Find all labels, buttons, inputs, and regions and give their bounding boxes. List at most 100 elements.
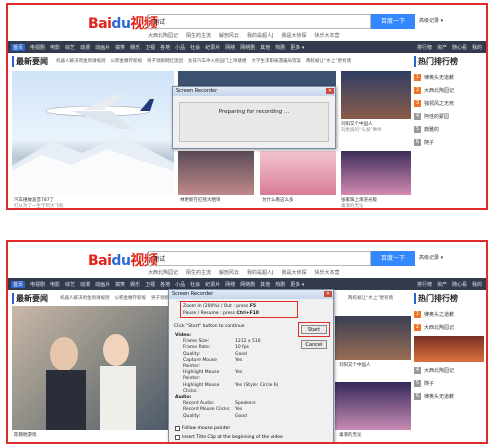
- nav-item[interactable]: 纪录片: [205, 281, 220, 288]
- video-caption[interactable]: 陈锦明游戏: [14, 432, 37, 438]
- ranking-thumbnail[interactable]: [414, 336, 484, 362]
- subtab[interactable]: 两校被让“水上”更有情: [348, 295, 393, 301]
- cancel-button[interactable]: Cancel: [301, 340, 327, 349]
- baidu-video-logo[interactable]: Baidu视频: [88, 13, 158, 33]
- video-caption[interactable]: 毒液的无论: [339, 432, 362, 438]
- nav-right-item[interactable]: 资产: [437, 281, 447, 288]
- nav-item[interactable]: 娱乐: [130, 44, 140, 51]
- close-icon[interactable]: ✕: [324, 291, 332, 297]
- insert-title-checkbox[interactable]: Insert Title Clip at the beginning of th…: [175, 435, 283, 440]
- nav-item[interactable]: 电影: [50, 44, 60, 51]
- follow-mouse-checkbox[interactable]: Follow mouse pointer: [175, 426, 230, 431]
- nav-item[interactable]: 电影: [50, 281, 60, 288]
- news-thumbnail[interactable]: [335, 316, 411, 360]
- nav-item[interactable]: 网络剧: [240, 281, 255, 288]
- suggestion-link[interactable]: 我的是超人J: [247, 32, 273, 39]
- ranking-item[interactable]: 2 大西北陶园记: [414, 321, 484, 334]
- ranking-item[interactable]: 1 律奥头之道歉: [414, 308, 484, 321]
- wedding-thumbnail[interactable]: [260, 151, 336, 195]
- suggestion-link[interactable]: 快乐大本营: [315, 269, 340, 276]
- subtab[interactable]: 公积金缴存新规: [111, 58, 143, 64]
- suggestion-link[interactable]: 陌生的主流: [186, 32, 211, 39]
- nav-item[interactable]: 网络: [225, 281, 235, 288]
- subtab[interactable]: 机器人解决周金周请规则: [56, 58, 106, 64]
- video-caption[interactable]: 林更新在红毯大晒单: [180, 197, 221, 203]
- nav-item[interactable]: 搞笑: [115, 44, 125, 51]
- ranking-item[interactable]: 6 律奥头无道歉: [414, 390, 484, 403]
- suggestion-link[interactable]: 解剖风云: [219, 269, 239, 276]
- nav-right-item[interactable]: 我的: [472, 44, 482, 51]
- nav-item[interactable]: 网络剧: [240, 44, 255, 51]
- ranking-item[interactable]: 4 阿佳的蒙园: [414, 110, 484, 123]
- suggestion-link[interactable]: 快乐大本营: [315, 32, 340, 39]
- nav-item[interactable]: 综艺: [65, 44, 75, 51]
- news-thumbnail[interactable]: [341, 151, 411, 195]
- advanced-search-link[interactable]: 高级记录 ▾: [419, 17, 443, 24]
- subtab[interactable]: 机器人解决周金周请规则: [60, 295, 110, 301]
- nav-item[interactable]: 动画片: [95, 44, 110, 51]
- subtab[interactable]: 女孩汽车冲入校园门上吊跳楼: [188, 58, 247, 64]
- nav-item[interactable]: 热剧: [275, 281, 285, 288]
- ranking-item[interactable]: 2 大西北陶园记: [414, 84, 484, 97]
- nav-item[interactable]: 其他: [260, 44, 270, 51]
- nav-item-more[interactable]: 更多 ▾: [290, 281, 304, 288]
- subtab[interactable]: 两校被让“水上”更有情: [306, 58, 351, 64]
- nav-item[interactable]: 社会: [190, 281, 200, 288]
- nav-right-item[interactable]: 资产: [437, 44, 447, 51]
- subtab[interactable]: 大学生求职被遇骗局等案: [252, 58, 302, 64]
- news-thumbnail[interactable]: [335, 382, 411, 430]
- nav-item[interactable]: 电视剧: [30, 281, 45, 288]
- baidu-video-logo[interactable]: Baidu视频: [88, 250, 158, 270]
- nav-item[interactable]: 卫视: [145, 281, 155, 288]
- search-input[interactable]: 测试: [148, 251, 371, 266]
- nav-item[interactable]: 动画片: [95, 281, 110, 288]
- search-button[interactable]: 百度一下: [371, 14, 415, 29]
- subtab[interactable]: 男子领跑网红饭团: [147, 58, 183, 64]
- nav-item[interactable]: 小品: [175, 281, 185, 288]
- nav-item[interactable]: 社会: [190, 44, 200, 51]
- nav-item[interactable]: 热剧: [275, 44, 285, 51]
- suggestion-link[interactable]: 我是大侦探: [282, 32, 307, 39]
- nav-right-item[interactable]: 排行榜: [417, 281, 432, 288]
- nav-item-home[interactable]: 首页: [11, 43, 26, 51]
- nav-item[interactable]: 搞笑: [115, 281, 125, 288]
- suggestion-link[interactable]: 解剖风云: [219, 32, 239, 39]
- nav-item[interactable]: 电视剧: [30, 44, 45, 51]
- subtab[interactable]: 公积金缴存新规: [115, 295, 147, 301]
- search-input[interactable]: 测试: [148, 14, 371, 29]
- ranking-item[interactable]: 6 随子: [414, 136, 484, 149]
- search-button[interactable]: 百度一下: [371, 251, 415, 266]
- video-caption[interactable]: 为什么看这么多: [262, 197, 294, 203]
- nav-item[interactable]: 动漫: [80, 44, 90, 51]
- close-icon[interactable]: ✕: [326, 88, 334, 94]
- ranking-item[interactable]: 5 典雅的: [414, 123, 484, 136]
- advanced-search-link[interactable]: 高级记录 ▾: [419, 254, 443, 261]
- ranking-item[interactable]: 1 律奥头无道歉: [414, 71, 484, 84]
- nav-item[interactable]: 动漫: [80, 281, 90, 288]
- news-thumbnail[interactable]: [341, 71, 411, 119]
- nav-item[interactable]: 纪录片: [205, 44, 220, 51]
- nav-item[interactable]: 各地: [160, 44, 170, 51]
- nav-right-item[interactable]: 随心看: [452, 281, 467, 288]
- ranking-item[interactable]: 3 独领风之无死: [414, 97, 484, 110]
- nav-right-item[interactable]: 随心看: [452, 44, 467, 51]
- suggestion-link[interactable]: 陌生的主流: [186, 269, 211, 276]
- nav-item[interactable]: 各地: [160, 281, 170, 288]
- nav-right-item[interactable]: 我的: [472, 281, 482, 288]
- celebrity-thumbnail[interactable]: [178, 151, 254, 195]
- suggestion-link[interactable]: 大西北陶园记: [148, 32, 178, 39]
- nav-item[interactable]: 其他: [260, 281, 270, 288]
- nav-right-item[interactable]: 排行榜: [417, 44, 432, 51]
- nav-item[interactable]: 综艺: [65, 281, 75, 288]
- ranking-item[interactable]: 4 大西北陶园记: [414, 364, 484, 377]
- nav-item-more[interactable]: 更多 ▾: [290, 44, 304, 51]
- suggestion-link[interactable]: 大西北陶园记: [148, 269, 178, 276]
- nav-item[interactable]: 小品: [175, 44, 185, 51]
- video-caption[interactable]: 刘阳又个中国人: [339, 362, 371, 368]
- nav-item[interactable]: 卫视: [145, 44, 155, 51]
- suggestion-link[interactable]: 我是大侦探: [282, 269, 307, 276]
- nav-item-home[interactable]: 首页: [11, 280, 26, 288]
- nav-item[interactable]: 娱乐: [130, 281, 140, 288]
- featured-video-thumbnail[interactable]: [12, 71, 174, 195]
- featured-video-thumbnail[interactable]: [12, 306, 168, 430]
